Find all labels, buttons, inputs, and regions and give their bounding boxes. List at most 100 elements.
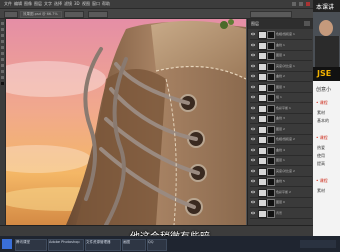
minimize-icon[interactable] [292, 2, 296, 6]
brush-tool-icon[interactable] [1, 46, 4, 49]
layer-row[interactable]: 曲线 2 [250, 72, 312, 82]
lasso-tool-icon[interactable] [1, 34, 4, 37]
eye-icon[interactable] [251, 200, 255, 204]
presenter-face [319, 20, 333, 36]
lesson-line: • 课程 [316, 178, 328, 183]
eye-icon[interactable] [251, 137, 255, 141]
taskbar-item[interactable]: 文件资源管理器 [85, 239, 121, 251]
marquee-tool-icon[interactable] [1, 28, 4, 31]
close-icon[interactable] [306, 2, 310, 6]
workspace-switcher[interactable] [250, 11, 292, 18]
crop-tool-icon[interactable] [1, 40, 4, 43]
layer-thumbnail [258, 178, 267, 186]
panel-menu-icon[interactable] [304, 21, 310, 26]
eye-icon[interactable] [251, 32, 255, 36]
menu-item-layer[interactable]: 图层 [34, 1, 42, 7]
menu-bar: 文件 编辑 图像 图层 文字 选择 滤镜 3D 视图 窗口 帮助 [0, 0, 313, 9]
menu-item-file[interactable]: 文件 [4, 1, 12, 7]
eye-icon[interactable] [251, 64, 255, 68]
move-tool-icon[interactable] [1, 22, 4, 25]
lesson-line: 热爱 [317, 145, 325, 150]
eye-icon[interactable] [251, 127, 255, 131]
menu-item-image[interactable]: 图像 [24, 1, 32, 7]
taskbar-item[interactable]: 腾讯课堂 [15, 239, 47, 251]
menu-item-type[interactable]: 文字 [44, 1, 52, 7]
eye-icon[interactable] [251, 148, 255, 152]
eye-icon[interactable] [251, 106, 255, 110]
lesson-line: 素材 [317, 188, 325, 193]
taskbar-item[interactable]: Adobe Photoshop [48, 239, 84, 251]
layer-row[interactable]: 亮度/对比度 1 [250, 62, 312, 72]
layer-row[interactable]: 组 1 [250, 93, 312, 103]
eye-icon[interactable] [251, 85, 255, 89]
layer-row[interactable]: 图层 4 [250, 51, 312, 61]
layer-name: 色彩平衡 2 [276, 189, 291, 194]
layer-name: 曲线 5 [276, 179, 285, 183]
layer-row[interactable]: 色相/饱和度 2 [250, 135, 312, 145]
eye-icon[interactable] [251, 43, 255, 47]
menu-item-select[interactable]: 选择 [54, 1, 62, 7]
document-canvas[interactable] [6, 19, 246, 225]
layer-row[interactable]: 色彩平衡 2 [250, 188, 312, 198]
eye-icon[interactable] [251, 211, 255, 215]
layer-thumbnail [258, 94, 267, 102]
document-tab[interactable]: 效果图.psd @ 66.7% [20, 11, 62, 18]
layer-name: 图层 3 [276, 84, 285, 89]
layer-row[interactable]: 图层 0 [250, 198, 312, 208]
layer-row[interactable]: 曲线 5 [250, 177, 312, 187]
menu-item-window[interactable]: 窗口 [92, 1, 100, 7]
lesson-line: 提高 [317, 161, 325, 166]
menu-item-view[interactable]: 视图 [82, 1, 90, 7]
layer-row[interactable]: 图层 2 [250, 125, 312, 135]
eye-icon[interactable] [251, 158, 255, 162]
eye-icon[interactable] [251, 74, 255, 78]
presenter-body [315, 36, 339, 67]
eraser-tool-icon[interactable] [1, 58, 4, 61]
layer-thumbnail [258, 41, 267, 50]
lesson-line: 使用 [317, 153, 325, 158]
layer-row[interactable]: 背景 [250, 209, 312, 219]
layer-name: 曲线 2 [276, 74, 285, 78]
option-field[interactable] [64, 11, 84, 18]
layer-name: 亮度/对比度 2 [276, 168, 295, 173]
option-field[interactable] [88, 11, 108, 18]
foreground-color-swatch[interactable] [1, 82, 4, 85]
start-button[interactable] [2, 239, 12, 249]
taskbar-item[interactable]: QQ [147, 239, 167, 251]
type-tool-icon[interactable] [1, 70, 4, 73]
layer-mask-thumbnail [267, 157, 275, 165]
layer-thumbnail [258, 146, 267, 155]
layer-row[interactable]: 图层 1 [250, 156, 312, 166]
gradient-tool-icon[interactable] [1, 64, 4, 67]
eye-icon[interactable] [251, 95, 255, 99]
tool-preset-picker[interactable] [4, 11, 18, 18]
layer-mask-thumbnail [267, 209, 275, 218]
taskbar-item[interactable]: 画图 [122, 239, 146, 251]
layer-row[interactable]: 色相/饱和度 1 [250, 30, 312, 40]
eye-icon[interactable] [251, 169, 255, 173]
maximize-icon[interactable] [299, 2, 303, 6]
layer-row[interactable]: 亮度/对比度 2 [250, 167, 312, 177]
menu-item-filter[interactable]: 滤镜 [64, 1, 72, 7]
eye-icon[interactable] [251, 116, 255, 120]
layer-name: 背景 [276, 210, 283, 215]
stamp-tool-icon[interactable] [1, 52, 4, 55]
layer-row[interactable]: 图层 3 [250, 83, 312, 93]
layer-row[interactable]: 色彩平衡 1 [250, 104, 312, 114]
lesson-line: 基本的 [317, 118, 329, 123]
eye-icon[interactable] [251, 179, 255, 183]
layer-row[interactable]: 曲线 4 [250, 146, 312, 156]
layer-row[interactable]: 曲线 3 [250, 114, 312, 124]
layers-panel-header: 图层 [248, 19, 313, 29]
layer-thumbnail [258, 157, 267, 165]
hand-tool-icon[interactable] [1, 76, 4, 79]
eye-icon[interactable] [251, 53, 255, 57]
menu-item-edit[interactable]: 编辑 [14, 1, 22, 7]
layer-row[interactable]: 曲线 1 [250, 41, 312, 51]
menu-item-help[interactable]: 帮助 [102, 1, 110, 7]
layer-mask-thumbnail [267, 104, 275, 113]
eye-icon[interactable] [251, 190, 255, 194]
layers-panel-title: 图层 [251, 21, 259, 26]
layer-thumbnail [258, 31, 267, 39]
menu-item-3d[interactable]: 3D [74, 1, 80, 6]
